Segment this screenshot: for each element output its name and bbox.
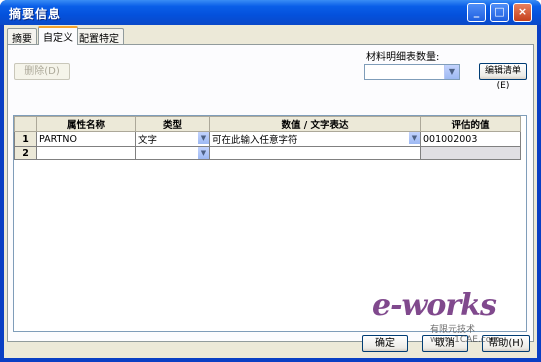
table-header-row: 属性名称 类型 数值 / 文字表达 评估的值 (14, 116, 521, 132)
row-number: 2 (14, 146, 37, 160)
close-button[interactable]: × (513, 3, 532, 22)
window-title: 摘要信息 (9, 7, 62, 21)
maximize-icon: □ (494, 5, 505, 18)
evaluated-value-cell (420, 146, 521, 160)
evaluated-value-cell: 001002003 (420, 131, 521, 147)
watermark-subtext: 有限元技术 www.1CAE.com (430, 325, 501, 345)
bom-quantity-select[interactable]: ▼ (364, 64, 460, 80)
delete-button[interactable]: 删除(D) (14, 63, 70, 80)
expression-value: 可在此输入任意字符 (212, 135, 298, 146)
property-name-cell[interactable] (36, 146, 136, 160)
eworks-watermark: e-works 有限元技术 www.1CAE.com (372, 288, 508, 345)
chevron-down-icon[interactable]: ▼ (198, 132, 209, 144)
tab-custom[interactable]: 自定义 (38, 26, 78, 45)
col-header-property-name[interactable]: 属性名称 (36, 116, 136, 132)
col-header-type[interactable]: 类型 (135, 116, 210, 132)
col-header-rownum (14, 116, 37, 132)
tab-summary[interactable]: 摘要 (7, 28, 37, 45)
chevron-down-icon[interactable]: ▼ (198, 147, 209, 159)
bom-quantity-label: 材料明细表数量: (366, 52, 440, 63)
table-row[interactable]: 2 ▼ (14, 146, 521, 160)
properties-table: 属性名称 类型 数值 / 文字表达 评估的值 1 PARTNO 文字 ▼ 可在此输… (14, 116, 521, 160)
table-row[interactable]: 1 PARTNO 文字 ▼ 可在此输入任意字符 ▼ 001002003 (14, 131, 521, 147)
close-icon: × (517, 5, 528, 18)
chevron-down-icon[interactable]: ▼ (409, 132, 420, 144)
minimize-icon: _ (473, 5, 480, 18)
property-name-cell[interactable]: PARTNO (36, 131, 136, 147)
row-number: 1 (14, 131, 37, 147)
col-header-value-expression[interactable]: 数值 / 文字表达 (209, 116, 421, 132)
chevron-down-icon[interactable]: ▼ (444, 65, 459, 79)
type-cell[interactable]: 文字 ▼ (135, 131, 210, 147)
watermark-brand: e-works (372, 288, 497, 323)
edit-list-button[interactable]: 编辑清单(E) (479, 63, 527, 91)
type-value: 文字 (138, 135, 158, 146)
title-bar[interactable]: 摘要信息 _ □ × (0, 0, 541, 25)
col-header-evaluated-value[interactable]: 评估的值 (420, 116, 521, 132)
minimize-button[interactable]: _ (467, 3, 486, 22)
value-expression-cell[interactable] (209, 146, 421, 160)
tab-config-specific[interactable]: 配置特定 (74, 28, 124, 45)
type-cell[interactable]: ▼ (135, 146, 210, 160)
value-expression-cell[interactable]: 可在此输入任意字符 ▼ (209, 131, 421, 147)
ok-button[interactable]: 确定 (362, 335, 408, 352)
maximize-button[interactable]: □ (490, 3, 509, 22)
